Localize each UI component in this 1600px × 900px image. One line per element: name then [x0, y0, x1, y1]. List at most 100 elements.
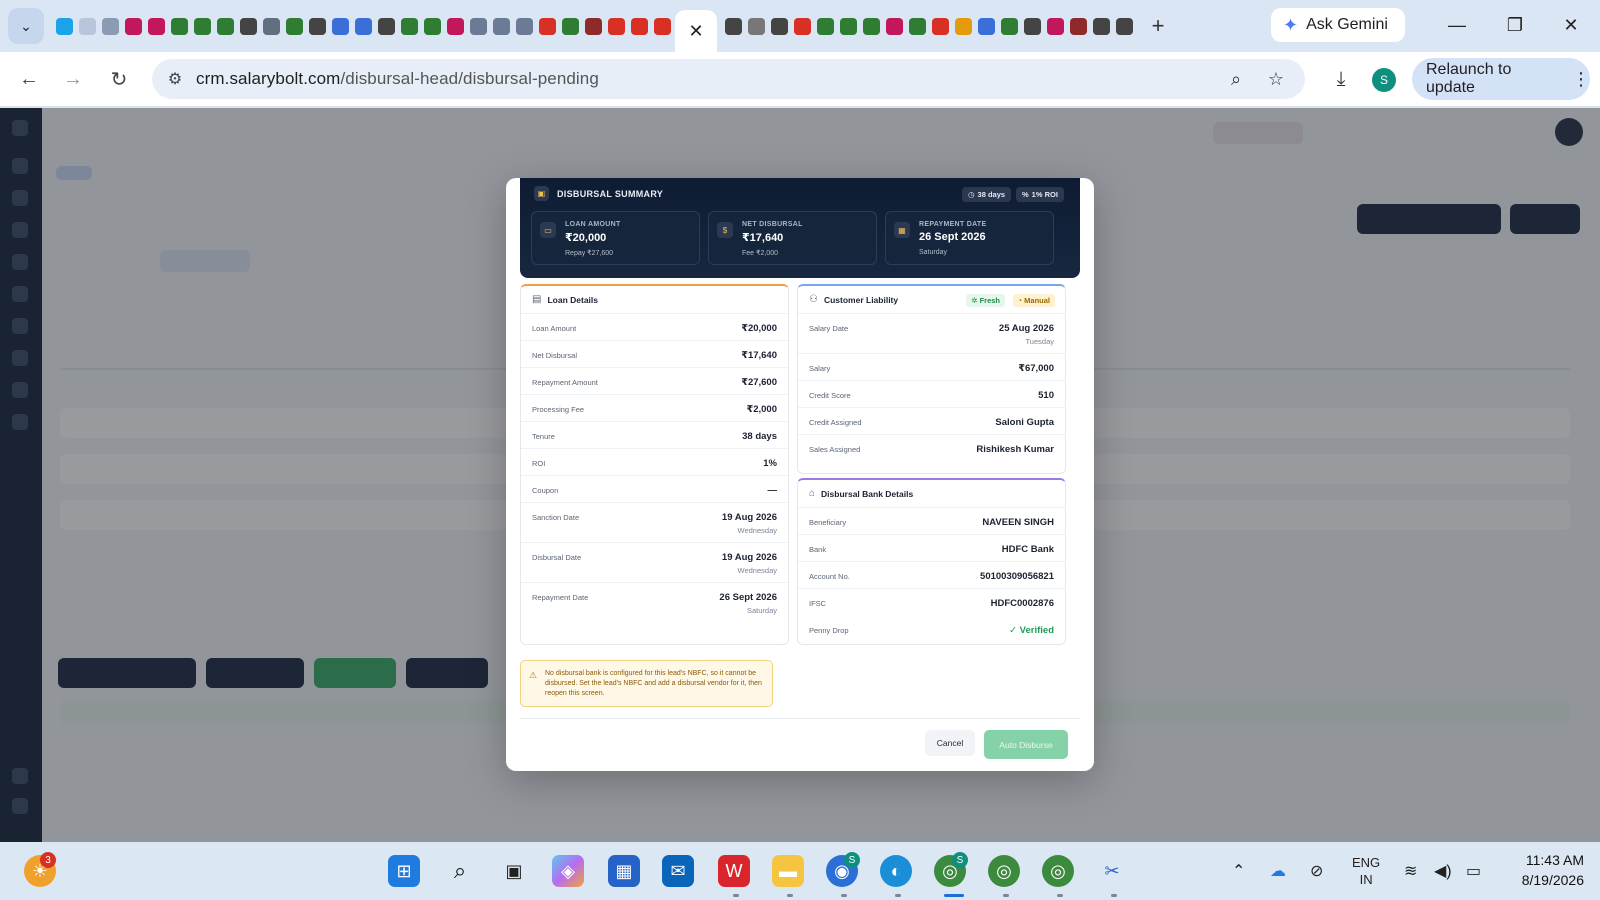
wps-icon[interactable]: W	[718, 855, 750, 887]
cancel-button[interactable]: Cancel	[925, 730, 975, 756]
url-text[interactable]: crm.salarybolt.com/disbursal-head/disbur…	[196, 69, 599, 89]
tab-favicon[interactable]	[886, 17, 903, 35]
tab-favicon[interactable]	[378, 17, 395, 35]
tab-favicon[interactable]	[654, 17, 671, 35]
tenure-chip: ◷ 38 days	[962, 187, 1012, 202]
detail-row: Coupon —	[521, 476, 788, 503]
back-button[interactable]: ←	[12, 62, 46, 96]
store-icon[interactable]: ▦	[608, 855, 640, 887]
wifi-icon[interactable]: ≋	[1404, 842, 1417, 900]
tab-favicon[interactable]	[1001, 17, 1018, 35]
tab-favicon[interactable]	[771, 17, 788, 35]
tab-favicon[interactable]	[748, 17, 765, 35]
chrome-profile-icon[interactable]: ◎	[988, 855, 1020, 887]
windows-start-icon[interactable]: ⊞	[388, 855, 420, 887]
tab-favicon[interactable]	[332, 17, 349, 35]
bookmark-star-icon[interactable]: ☆	[1261, 64, 1291, 94]
tab-favicon[interactable]	[309, 17, 326, 35]
browser-toolbar: ← → ↻ ⚙ crm.salarybolt.com/disbursal-hea…	[0, 52, 1600, 106]
tab-search-button[interactable]: ⌄	[8, 8, 44, 44]
tab-favicon[interactable]	[424, 17, 441, 35]
tab-favicon[interactable]	[932, 17, 949, 35]
tab-favicon[interactable]	[401, 17, 418, 35]
profile-avatar[interactable]: S	[1372, 68, 1396, 92]
active-tab[interactable]: ✕	[675, 10, 717, 52]
tab-favicon[interactable]	[148, 17, 165, 35]
sync-off-icon[interactable]: ⊘	[1310, 842, 1323, 900]
tab-favicon[interactable]	[608, 17, 625, 35]
detail-value: ₹2,000	[746, 404, 777, 415]
detail-label: Beneficiary	[809, 518, 847, 527]
detail-value: 510	[1038, 390, 1054, 401]
tab-favicon[interactable]	[125, 17, 142, 35]
tab-favicon[interactable]	[817, 17, 834, 35]
site-info-icon[interactable]: ⚙	[160, 64, 190, 94]
restore-button[interactable]: ❐	[1500, 10, 1530, 40]
tab-favicon[interactable]	[286, 17, 303, 35]
tab-favicon[interactable]	[1024, 17, 1041, 35]
close-window-button[interactable]: ✕	[1556, 10, 1586, 40]
tab-favicons-right[interactable]	[725, 8, 1133, 44]
sparkle-icon: ✲	[971, 296, 978, 305]
address-bar[interactable]: ⚙ crm.salarybolt.com/disbursal-head/disb…	[152, 59, 1305, 99]
copilot-icon[interactable]: ◈	[552, 855, 584, 887]
snipping-tool-icon[interactable]: ✂	[1096, 855, 1128, 887]
language-indicator[interactable]: ENG IN	[1352, 842, 1380, 900]
download-icon[interactable]: ⤓	[1325, 62, 1357, 96]
tab-favicon[interactable]	[631, 17, 648, 35]
tab-favicon[interactable]	[1047, 17, 1064, 35]
tab-favicon[interactable]	[56, 17, 73, 35]
file-explorer-icon[interactable]: ▬	[772, 855, 804, 887]
battery-icon[interactable]: ▭	[1466, 842, 1481, 900]
detail-value: HDFC Bank	[1001, 544, 1054, 555]
tab-favicon[interactable]	[539, 17, 556, 35]
tab-favicon[interactable]	[194, 17, 211, 35]
tab-favicon[interactable]	[1116, 17, 1133, 35]
tab-favicon[interactable]	[493, 17, 510, 35]
tab-favicon[interactable]	[470, 17, 487, 35]
tab-favicon[interactable]	[955, 17, 972, 35]
tab-favicon[interactable]	[171, 17, 188, 35]
tab-favicon[interactable]	[909, 17, 926, 35]
tab-favicon[interactable]	[447, 17, 464, 35]
volume-icon[interactable]: ◀)	[1434, 842, 1452, 900]
show-hidden-icons[interactable]: ⌃	[1232, 842, 1245, 900]
tab-favicon[interactable]	[1093, 17, 1110, 35]
chrome-profile-2-icon[interactable]: ◎	[1042, 855, 1074, 887]
tab-favicon[interactable]	[516, 17, 533, 35]
task-view-icon[interactable]: ▣	[498, 855, 530, 887]
tab-favicon[interactable]	[355, 17, 372, 35]
tab-favicon[interactable]	[217, 17, 234, 35]
tab-favicons-left[interactable]	[56, 8, 671, 44]
tab-favicon[interactable]	[863, 17, 880, 35]
ask-gemini-button[interactable]: ✦ Ask Gemini	[1271, 8, 1405, 42]
verified-status: ✓ Verified	[1009, 625, 1054, 636]
forward-button[interactable]: →	[56, 62, 90, 96]
tab-favicon[interactable]	[263, 17, 280, 35]
tab-favicon[interactable]	[240, 17, 257, 35]
manual-tag: ◔ Manual	[1012, 294, 1055, 307]
outlook-icon[interactable]: ✉	[662, 855, 694, 887]
edge-icon[interactable]: ◐	[880, 855, 912, 887]
tab-favicon[interactable]	[585, 17, 602, 35]
detail-row: Credit Score 510	[798, 381, 1065, 408]
reload-button[interactable]: ↻	[102, 62, 136, 96]
clock[interactable]: 11:43 AM 8/19/2026	[1504, 850, 1584, 890]
relaunch-button[interactable]: Relaunch to update ⋮	[1412, 58, 1590, 100]
tab-favicon[interactable]	[794, 17, 811, 35]
tab-favicon[interactable]	[725, 17, 742, 35]
new-tab-button[interactable]: +	[1143, 11, 1173, 41]
tab-favicon[interactable]	[562, 17, 579, 35]
tab-favicon[interactable]	[102, 17, 119, 35]
auto-disburse-button[interactable]: Auto Disburse	[984, 730, 1068, 759]
tab-favicon[interactable]	[1070, 17, 1087, 35]
onedrive-icon[interactable]: ☁	[1270, 842, 1286, 900]
more-menu-icon[interactable]: ⋮	[1572, 69, 1590, 90]
zoom-icon[interactable]: ⌕	[1221, 64, 1251, 94]
minimize-button[interactable]: —	[1442, 10, 1472, 40]
tab-favicon[interactable]	[840, 17, 857, 35]
tab-favicon[interactable]	[79, 17, 96, 35]
tab-favicon[interactable]	[978, 17, 995, 35]
close-tab-icon[interactable]: ✕	[688, 21, 703, 42]
search-icon[interactable]: ⌕	[444, 855, 476, 887]
